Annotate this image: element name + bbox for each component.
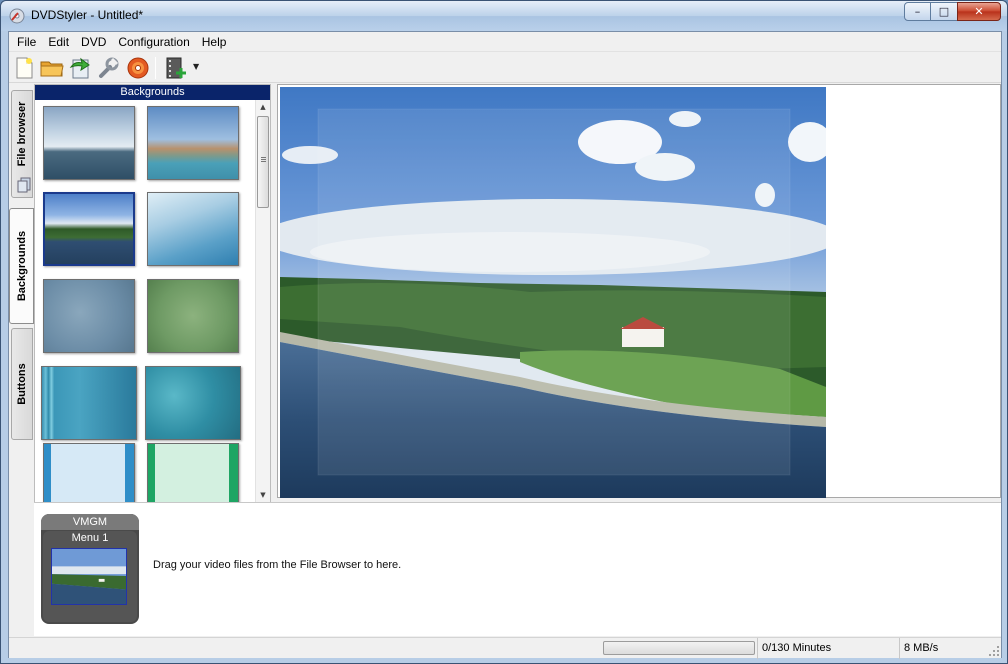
background-thumbnail[interactable] [147, 279, 239, 353]
toolbar-separator [155, 57, 156, 79]
background-thumbnail[interactable] [41, 366, 137, 440]
save-project-button[interactable] [68, 56, 92, 80]
resize-grip-icon[interactable] [988, 645, 1000, 657]
tab-buttons[interactable]: Buttons [11, 328, 33, 440]
duration-status: 0/130 Minutes [757, 638, 899, 659]
close-button[interactable]: ✕ [957, 2, 1001, 21]
settings-wrench-icon [99, 57, 119, 78]
status-bar: 0/130 Minutes 8 MB/s [9, 637, 1001, 659]
background-thumbnail[interactable] [43, 279, 135, 353]
title-bar[interactable]: DVDStyler - Untitled* – □ ✕ [1, 1, 1007, 31]
menu-dvd[interactable]: DVD [75, 32, 112, 52]
add-file-dropdown-icon[interactable]: ▼ [193, 62, 199, 71]
scroll-down-icon[interactable]: ▼ [256, 488, 270, 502]
menu-file[interactable]: File [11, 32, 42, 52]
scroll-up-icon[interactable]: ▲ [256, 100, 270, 114]
vmgm-label: VMGM [41, 514, 139, 530]
burn-dvd-button[interactable] [126, 56, 150, 80]
tab-file-browser-label: File browser [16, 101, 28, 167]
add-file-icon [166, 57, 186, 79]
window-title: DVDStyler - Untitled* [31, 8, 144, 22]
tab-buttons-label: Buttons [16, 363, 28, 405]
scrollbar-thumb[interactable] [257, 116, 269, 208]
disc-usage-progress [603, 641, 755, 655]
menu-configuration[interactable]: Configuration [112, 32, 195, 52]
background-thumbnail[interactable] [43, 106, 135, 180]
menu-1-thumbnail[interactable] [51, 548, 127, 605]
background-thumbnail[interactable] [147, 443, 239, 502]
background-thumbnail[interactable] [145, 366, 241, 440]
background-thumbnail[interactable] [43, 443, 135, 502]
menu-edit[interactable]: Edit [42, 32, 75, 52]
dvdstyler-app-icon [9, 8, 25, 24]
vmgm-block[interactable]: VMGM Menu 1 [41, 514, 139, 624]
sidebar-tabs: File browser Backgrounds Buttons [9, 86, 34, 636]
menu-editor-canvas[interactable] [277, 84, 1001, 498]
menu-1-block[interactable]: Menu 1 [43, 531, 137, 622]
background-thumbnail[interactable] [147, 192, 239, 266]
file-browser-icon [17, 177, 31, 193]
app-window: DVDStyler - Untitled* – □ ✕ File Edit DV… [0, 0, 1008, 664]
tab-backgrounds-label: Backgrounds [15, 230, 28, 302]
save-icon [69, 57, 90, 79]
backgrounds-panel: Backgrounds ▲ ▼ [34, 84, 271, 503]
drag-files-hint: Drag your video files from the File Brow… [153, 559, 402, 571]
menu-background-preview[interactable] [280, 87, 826, 498]
menu-bar: File Edit DVD Configuration Help [9, 32, 1001, 52]
new-file-icon [16, 57, 33, 79]
burn-disc-icon [127, 57, 149, 79]
tab-backgrounds[interactable]: Backgrounds [9, 208, 34, 324]
backgrounds-scrollbar[interactable]: ▲ ▼ [255, 100, 270, 502]
open-folder-icon [40, 61, 64, 77]
minimize-button[interactable]: – [904, 2, 931, 21]
backgrounds-list [35, 100, 257, 502]
backgrounds-panel-header: Backgrounds [35, 85, 270, 100]
menu-1-label: Menu 1 [71, 532, 109, 544]
add-file-button[interactable] [164, 56, 188, 80]
open-project-button[interactable] [40, 56, 64, 80]
new-project-button[interactable] [12, 56, 36, 80]
toolbar: ▼ [9, 53, 1001, 83]
background-thumbnail[interactable] [147, 106, 239, 180]
tab-file-browser[interactable]: File browser [11, 90, 33, 198]
titleset-area[interactable]: VMGM Menu 1 Drag your video files from t… [34, 502, 1001, 636]
maximize-button[interactable]: □ [931, 2, 957, 21]
menu-help[interactable]: Help [196, 32, 233, 52]
settings-button[interactable] [96, 56, 120, 80]
window-controls: – □ ✕ [904, 2, 1001, 21]
client-area: File Edit DVD Configuration Help ▼ File … [8, 31, 1002, 659]
background-thumbnail[interactable] [43, 192, 135, 266]
